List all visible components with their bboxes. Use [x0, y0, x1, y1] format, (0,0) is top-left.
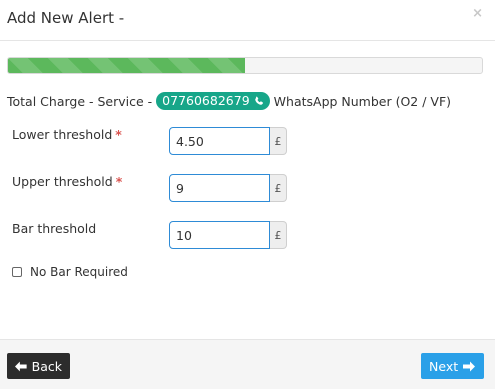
close-icon[interactable]: × — [472, 6, 483, 21]
phone-icon — [254, 96, 263, 105]
upper-threshold-label: Upper threshold * — [12, 174, 123, 189]
required-marker: * — [115, 174, 123, 189]
alert-description: Total Charge - Service - 07760682679 Wha… — [7, 92, 451, 110]
bar-threshold-row: Bar threshold £ — [0, 221, 495, 251]
bar-threshold-group: £ — [169, 221, 287, 249]
lower-threshold-label: Lower threshold * — [12, 127, 122, 142]
currency-addon: £ — [270, 221, 287, 249]
upper-threshold-input[interactable] — [169, 174, 270, 202]
arrow-right-icon — [463, 361, 476, 371]
modal-header: Add New Alert - × — [0, 0, 495, 41]
arrow-left-icon — [15, 361, 27, 371]
upper-threshold-group: £ — [169, 174, 287, 202]
description-suffix: WhatsApp Number (O2 / VF) — [273, 93, 452, 109]
modal-title: Add New Alert - — [7, 9, 125, 27]
modal-footer: Back Next — [0, 339, 495, 389]
progress-bar-fill — [8, 58, 245, 73]
bar-threshold-label: Bar threshold — [12, 221, 97, 236]
no-bar-option[interactable]: No Bar Required — [12, 265, 128, 279]
lower-threshold-input[interactable] — [169, 127, 270, 155]
back-button[interactable]: Back — [7, 353, 70, 379]
description-prefix: Total Charge - Service - — [7, 93, 153, 109]
next-button[interactable]: Next — [421, 353, 484, 379]
currency-addon: £ — [270, 174, 287, 202]
required-marker: * — [115, 127, 122, 142]
phone-badge: 07760682679 — [156, 92, 270, 110]
progress-bar — [7, 57, 483, 74]
lower-threshold-group: £ — [169, 127, 287, 155]
upper-threshold-row: Upper threshold* £ — [0, 174, 495, 204]
no-bar-label: No Bar Required — [30, 265, 128, 279]
bar-threshold-input[interactable] — [169, 221, 270, 249]
currency-addon: £ — [270, 127, 287, 155]
no-bar-checkbox[interactable] — [12, 267, 22, 277]
phone-number: 07760682679 — [162, 93, 250, 108]
lower-threshold-row: Lower threshold* £ — [0, 127, 495, 157]
